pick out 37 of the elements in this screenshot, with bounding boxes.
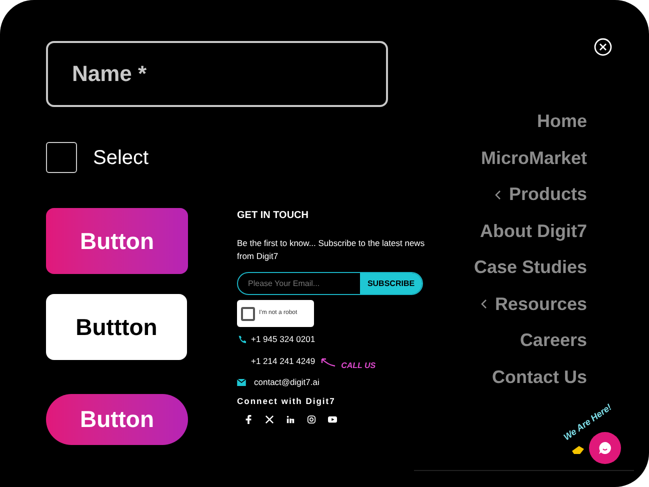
checkbox-label: Select <box>93 146 149 170</box>
facebook-icon[interactable] <box>244 415 253 424</box>
email-field[interactable]: Please Your Email... SUBSCRIBE <box>237 272 423 295</box>
menu-item[interactable]: Home <box>536 110 587 134</box>
menu-item[interactable]: MicroMarket <box>480 146 587 170</box>
name-field[interactable]: Name * <box>46 41 388 107</box>
chat-button[interactable] <box>589 432 621 464</box>
linkedin-icon[interactable] <box>286 415 295 424</box>
checkbox[interactable] <box>46 142 77 173</box>
button[interactable]: Button <box>46 208 188 274</box>
subscribe-button[interactable]: SUBSCRIBE <box>360 273 422 294</box>
button[interactable]: Button <box>46 394 188 445</box>
x-icon[interactable] <box>265 415 274 424</box>
menu-item[interactable]: Case Studies <box>474 256 587 280</box>
chat-bubble-icon <box>598 441 612 455</box>
mail-icon <box>237 378 246 386</box>
section-heading: Connect with Digit7 <box>237 394 336 408</box>
chevron-left-icon <box>494 190 501 200</box>
menu-item[interactable]: Products <box>494 183 587 206</box>
menu-item[interactable]: Resources <box>480 292 587 316</box>
arrow-icon <box>320 356 336 367</box>
subscribe-text: Be the first to know... Subscribe to the latest news from Digit7 <box>237 237 426 263</box>
menu-item[interactable]: Contact Us <box>492 366 587 389</box>
phone-icon <box>237 334 246 344</box>
phone-number[interactable]: +1 214 241 4249 <box>251 355 316 368</box>
phone-number[interactable]: +1 945 324 0201 <box>251 333 316 346</box>
menu-item[interactable]: Careers <box>520 329 587 352</box>
menu-item[interactable]: About Digit7 <box>480 220 587 243</box>
email-link[interactable]: contact@digit7.ai <box>254 376 320 388</box>
close-icon[interactable] <box>594 38 612 56</box>
captcha-checkbox[interactable] <box>241 306 255 320</box>
handwritten-note: CALL US <box>341 360 376 372</box>
instagram-icon[interactable] <box>307 415 316 424</box>
button[interactable]: Buttton <box>46 294 187 360</box>
section-heading: GET IN TOUCH <box>237 209 310 223</box>
chevron-left-icon <box>480 299 487 310</box>
play-icon[interactable] <box>328 415 337 424</box>
